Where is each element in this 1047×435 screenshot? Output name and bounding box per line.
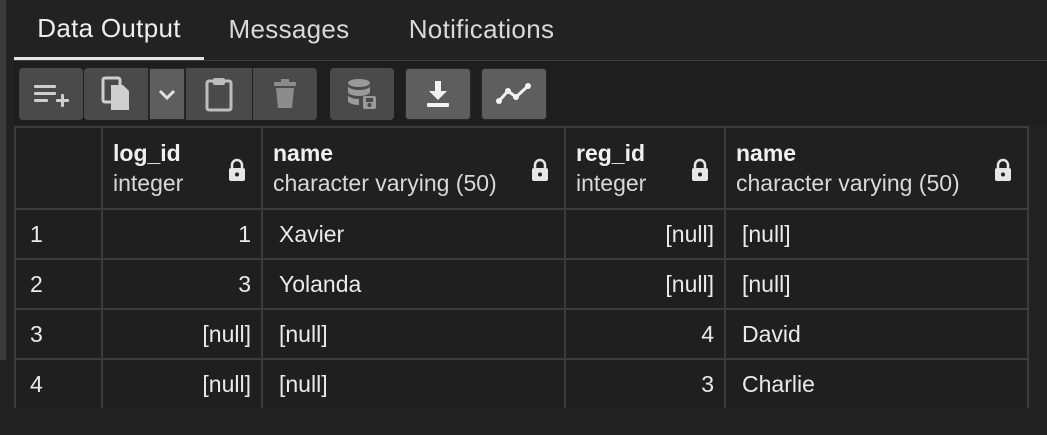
column-type: character varying (50) <box>736 170 960 196</box>
row-number[interactable]: 1 <box>14 208 103 260</box>
delete-icon <box>274 79 296 108</box>
result-tabs: Data Output Messages Notifications <box>14 0 1047 61</box>
chevron-down-icon <box>158 89 176 101</box>
column-header-reg-id[interactable]: reg_id integer <box>564 126 726 210</box>
tab-notifications[interactable]: Notifications <box>374 0 589 58</box>
cell-reg-id[interactable]: 4 <box>564 308 726 360</box>
cell-log-id[interactable]: 3 <box>101 258 263 310</box>
tab-data-output[interactable]: Data Output <box>14 0 204 60</box>
column-name: name <box>273 140 334 166</box>
cell-log-id[interactable]: [null] <box>101 358 263 410</box>
add-row-icon <box>34 85 69 107</box>
table-row[interactable]: 3 [null] [null] 4 David <box>14 308 1029 360</box>
cell-reg-id[interactable]: 3 <box>564 358 726 410</box>
cell-reg-id[interactable]: [null] <box>564 258 726 310</box>
copy-icon <box>101 76 129 110</box>
cell-name[interactable]: [null] <box>261 308 566 360</box>
graph-icon <box>496 83 531 104</box>
cell-log-id[interactable]: [null] <box>101 308 263 360</box>
save-data-icon <box>348 79 376 109</box>
left-panel-edge <box>0 0 6 360</box>
results-grid: log_id integer name character varying (5… <box>14 126 1029 410</box>
lock-icon <box>692 158 708 181</box>
table-row[interactable]: 2 3 Yolanda [null] [null] <box>14 258 1029 310</box>
column-header-name-2[interactable]: name character varying (50) <box>724 126 1029 210</box>
cell-reg-id[interactable]: [null] <box>564 208 726 260</box>
row-number[interactable]: 2 <box>14 258 103 310</box>
row-number[interactable]: 4 <box>14 358 103 410</box>
column-name: name <box>736 140 797 166</box>
row-number[interactable]: 3 <box>14 308 103 360</box>
copy-options-dropdown[interactable] <box>149 68 185 120</box>
add-row-button[interactable] <box>19 68 83 120</box>
cell-name-2[interactable]: [null] <box>724 258 1029 310</box>
graph-visualiser-button[interactable] <box>481 68 547 120</box>
cell-name[interactable]: [null] <box>261 358 566 410</box>
cell-name-2[interactable]: Charlie <box>724 358 1029 410</box>
download-button[interactable] <box>405 68 471 120</box>
lock-icon <box>229 158 245 181</box>
cell-name-2[interactable]: [null] <box>724 208 1029 260</box>
delete-button[interactable] <box>253 68 317 120</box>
data-toolbar <box>14 61 1047 125</box>
tab-messages[interactable]: Messages <box>204 0 374 58</box>
column-header-name[interactable]: name character varying (50) <box>261 126 566 210</box>
cell-name-2[interactable]: David <box>724 308 1029 360</box>
grid-footer-area <box>14 408 1047 435</box>
save-data-button[interactable] <box>330 68 394 120</box>
download-icon <box>427 81 449 107</box>
lock-icon <box>995 158 1011 181</box>
row-number-header[interactable] <box>14 126 103 210</box>
table-row[interactable]: 1 1 Xavier [null] [null] <box>14 208 1029 260</box>
column-header-log-id[interactable]: log_id integer <box>101 126 263 210</box>
copy-button[interactable] <box>84 68 148 120</box>
column-type: character varying (50) <box>273 170 497 196</box>
header-row: log_id integer name character varying (5… <box>14 126 1029 210</box>
table-row[interactable]: 4 [null] [null] 3 Charlie <box>14 358 1029 410</box>
paste-icon <box>205 78 233 112</box>
lock-icon <box>532 158 548 181</box>
cell-name[interactable]: Xavier <box>261 208 566 260</box>
cell-log-id[interactable]: 1 <box>101 208 263 260</box>
paste-button[interactable] <box>186 68 252 120</box>
cell-name[interactable]: Yolanda <box>261 258 566 310</box>
